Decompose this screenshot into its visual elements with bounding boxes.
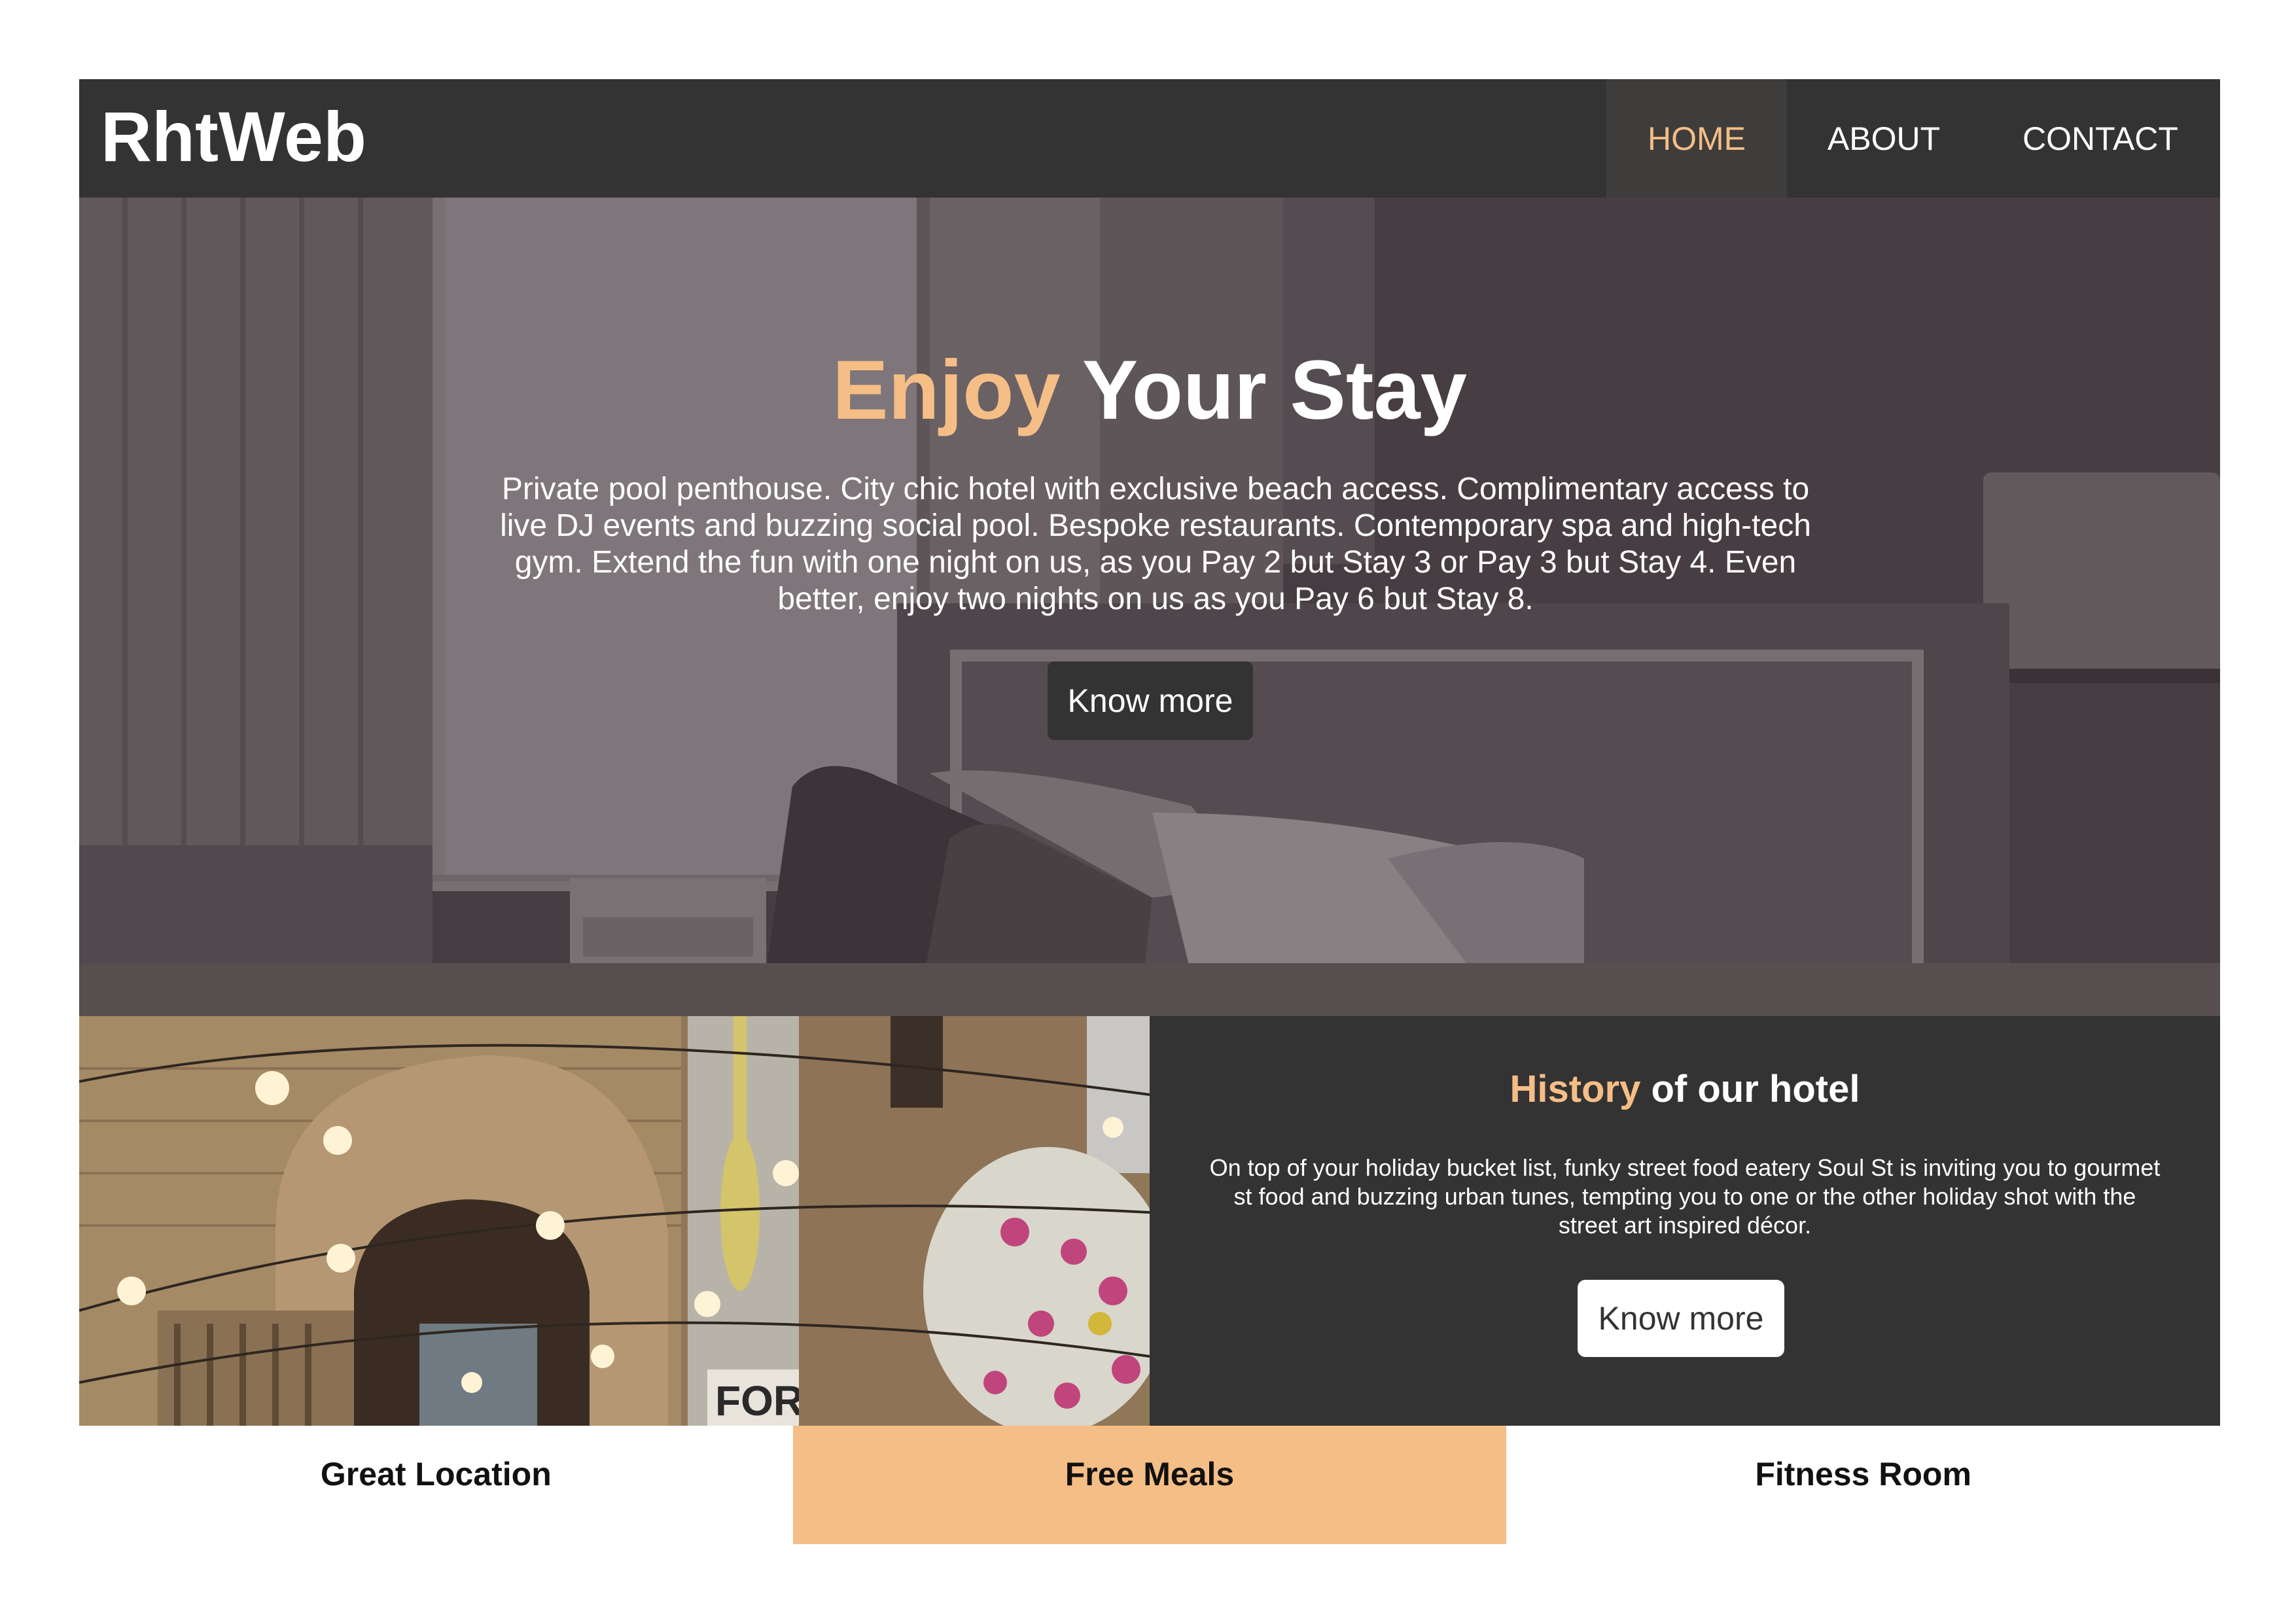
page: RhtWeb HOME ABOUT CONTACT Enjoy Your Sta… <box>79 79 2220 1544</box>
feature-fitness-room[interactable]: Fitness Room <box>1506 1426 2220 1544</box>
hero-title-rest: Your Stay <box>1082 344 1467 437</box>
history-title: History of our hotel <box>1150 1067 2220 1112</box>
hero-section: Enjoy Your Stay Private pool penthouse. … <box>79 198 2220 1016</box>
hero-title-accent: Enjoy <box>832 344 1061 437</box>
features-bar: Great Location Free Meals Fitness Room <box>79 1426 2220 1544</box>
street-image: FORK <box>79 1016 1150 1426</box>
nav-item-home[interactable]: HOME <box>1606 79 1787 198</box>
history-section: History of our hotel On top of your holi… <box>1150 1016 2220 1426</box>
hero-content: Enjoy Your Stay Private pool penthouse. … <box>79 198 2220 1016</box>
street-photo: FORK <box>79 1016 1150 1426</box>
feature-free-meals[interactable]: Free Meals <box>792 1426 1507 1544</box>
nav-item-about[interactable]: ABOUT <box>1787 79 1981 198</box>
nav-menu: HOME ABOUT CONTACT <box>1606 79 2220 198</box>
history-description: On top of your holiday bucket list, funk… <box>1209 1154 2161 1239</box>
navbar: RhtWeb HOME ABOUT CONTACT <box>79 79 2220 198</box>
hero-know-more-button[interactable]: Know more <box>1048 661 1253 740</box>
hero-description: Private pool penthouse. City chic hotel … <box>500 472 1811 616</box>
history-title-accent: History <box>1510 1068 1641 1110</box>
history-title-rest: of our hotel <box>1651 1068 1860 1110</box>
hero-title: Enjoy Your Stay <box>79 342 2220 440</box>
history-know-more-button[interactable]: Know more <box>1578 1280 1784 1357</box>
site-logo[interactable]: RhtWeb <box>101 97 366 176</box>
nav-item-contact[interactable]: CONTACT <box>1981 79 2220 198</box>
feature-great-location[interactable]: Great Location <box>79 1426 793 1544</box>
